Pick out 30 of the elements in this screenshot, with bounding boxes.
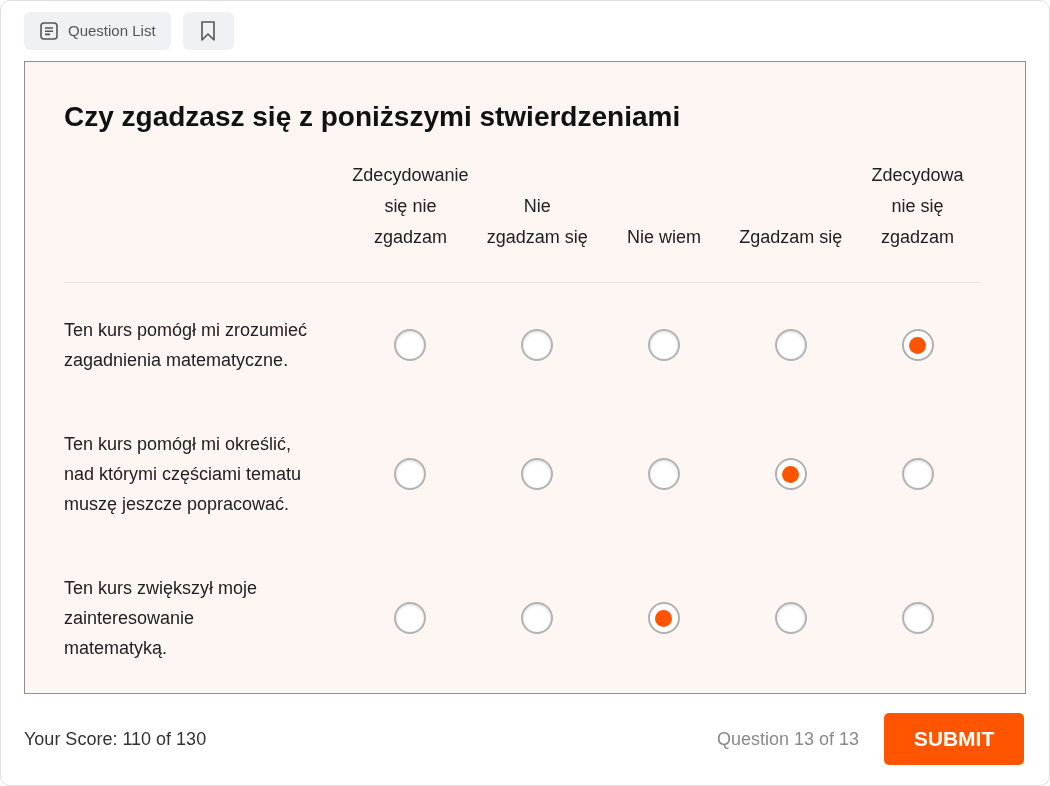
bookmark-button[interactable] [182,12,234,50]
radio-button[interactable] [648,602,680,634]
score-text: Your Score: 110 of 130 [24,727,207,751]
column-header: Zdecydowanie się nie zgadzam [352,164,469,249]
question-list-button[interactable]: Question List [24,12,171,50]
radio-button[interactable] [901,458,934,490]
column-header: Nie wiem [627,226,701,249]
statement-text: Ten kurs zwiększył moje zainteresowanie matematyką. [64,578,258,658]
radio-button[interactable] [521,458,554,490]
radio-button[interactable] [394,458,427,490]
statement-text: Ten kurs pomógł mi zrozumieć zagadnienia matematyczne. [64,320,308,370]
list-icon [40,22,58,40]
column-header: Nie zgadzam się [486,195,588,249]
question-title: Czy zgadzasz się z poniższymi stwierdzeniami [64,100,682,134]
radio-button[interactable] [901,329,934,361]
radio-button[interactable] [648,458,680,490]
radio-button[interactable] [394,602,427,634]
radio-button[interactable] [774,602,807,634]
column-header: Zdecydowa nie się zgadzam [871,164,964,249]
bookmark-icon [201,21,216,41]
radio-button[interactable] [901,602,934,634]
radio-button[interactable] [774,458,807,490]
radio-button[interactable] [521,329,554,361]
radio-button[interactable] [394,329,427,361]
radio-button[interactable] [521,602,554,634]
statement-text: Ten kurs pomógł mi określić, nad którymi częściami tematu muszę jeszcze popracować. [64,434,302,514]
column-header: Zgadzam się [739,226,843,249]
question-counter: Question 13 of 13 [716,727,859,751]
radio-button[interactable] [648,329,680,361]
radio-button[interactable] [774,329,807,361]
